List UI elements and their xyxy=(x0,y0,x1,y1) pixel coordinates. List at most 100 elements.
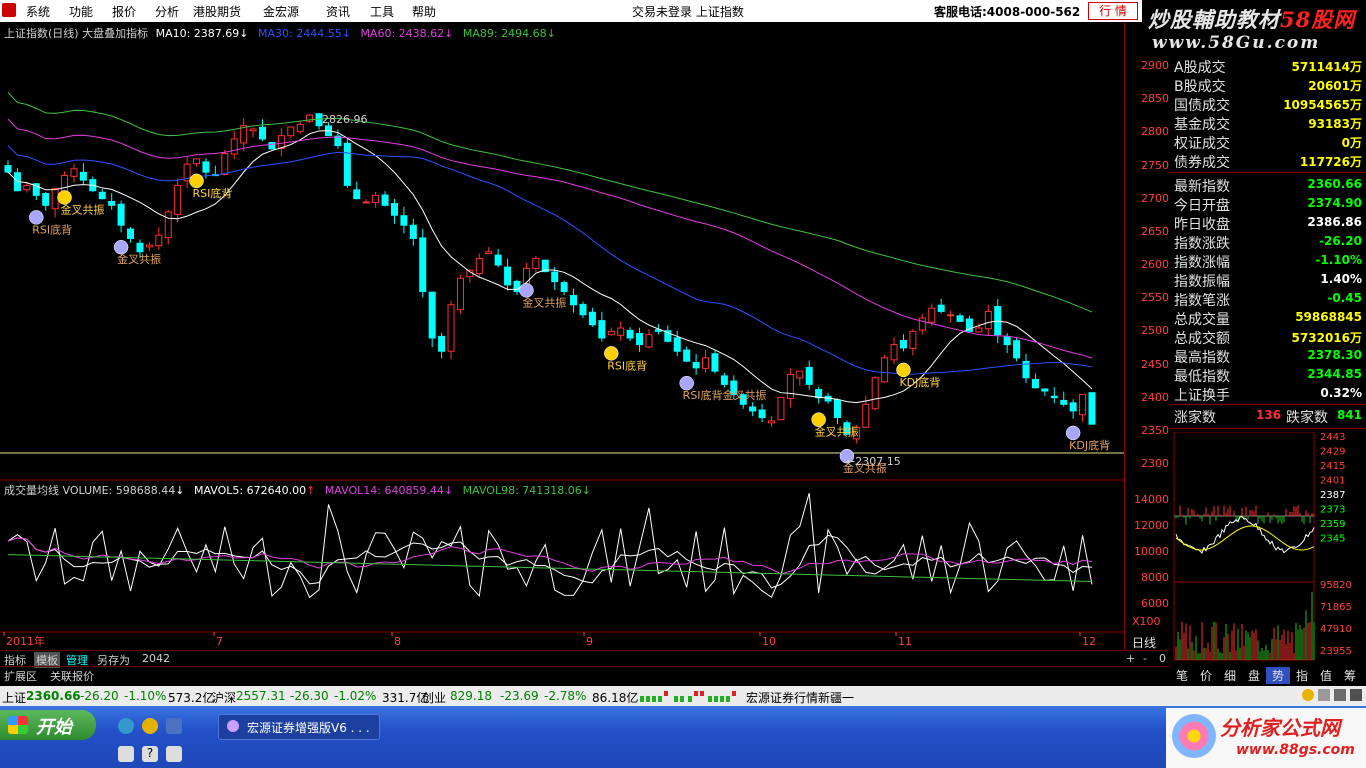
hs-index-label[interactable]: 沪深 xyxy=(212,689,236,706)
candle-body xyxy=(956,315,964,322)
extension-tabs: 扩展区 关联报价 xyxy=(0,666,1170,683)
candle-body xyxy=(202,161,210,173)
tray-icons[interactable] xyxy=(1302,689,1364,703)
detail-tab[interactable]: 细 xyxy=(1218,667,1242,684)
brand-banner: 炒股輔助教材58股网 www.58Gu.com xyxy=(1142,0,1366,58)
app-icon[interactable] xyxy=(2,3,16,17)
detail-tab[interactable]: 筹 xyxy=(1338,667,1362,684)
candle-body xyxy=(1003,336,1011,346)
mini-price-tick: 2359 xyxy=(1320,519,1345,530)
menu-item-tools[interactable]: 工具 xyxy=(370,3,394,20)
menu-item-news[interactable]: 资讯 xyxy=(326,3,350,20)
ma30-line xyxy=(7,145,1093,375)
tab-extension[interactable]: 扩展区 xyxy=(4,668,37,684)
menu-icon[interactable] xyxy=(1350,689,1362,701)
detail-tab[interactable]: 笔 xyxy=(1170,667,1194,684)
ie-icon[interactable] xyxy=(118,718,134,734)
price-tick: 2350 xyxy=(1141,423,1169,437)
candle-body xyxy=(409,224,417,239)
keyboard-tray-icon[interactable] xyxy=(118,746,134,762)
mini-volume-tick: 95820 xyxy=(1320,580,1352,591)
market-volume-row: B股成交 20601万 xyxy=(1170,75,1366,95)
index-info-row: 指数振幅 1.40% xyxy=(1170,270,1366,290)
signal-label: KDJ底背 xyxy=(1069,438,1110,452)
price-tick: 2700 xyxy=(1141,191,1169,205)
candle-body xyxy=(1031,378,1039,389)
candle-body xyxy=(343,142,351,186)
keyboard-icon[interactable] xyxy=(1318,689,1330,701)
period-label[interactable]: 日线 xyxy=(1132,634,1156,651)
market-volume-row: 国债成交 10954565万 xyxy=(1170,94,1366,114)
candle-body xyxy=(438,335,446,352)
detail-tab[interactable]: 盘 xyxy=(1242,667,1266,684)
menu-item-hk-futures[interactable]: 港股期货 xyxy=(193,3,241,20)
candle-body xyxy=(607,330,615,336)
signal-face-icon xyxy=(896,362,911,378)
reset-button[interactable]: 0 xyxy=(1159,652,1166,665)
brand-url: www.58Gu.com xyxy=(1152,33,1321,53)
cy-index-pct: -2.78% xyxy=(544,689,587,703)
zoom-out-button[interactable]: - xyxy=(1143,652,1147,665)
index-info-row: 指数涨跌 -26.20 xyxy=(1170,232,1366,252)
intraday-mini-chart[interactable]: 2443 2429 2415 2401 2387 2373 2359 2345 95820 718… xyxy=(1170,432,1366,664)
kline-chart-area[interactable]: RSI底背 金叉共振 金叉共振 RSI底背 金叉共振 RSI底背 RSI底背金叉共振 金叉共振… xyxy=(0,22,1161,650)
price-tick: 2450 xyxy=(1141,357,1169,371)
candle-body xyxy=(362,201,370,204)
start-button[interactable]: 开始 xyxy=(0,710,96,740)
detail-tab[interactable]: 值 xyxy=(1314,667,1338,684)
candle-body xyxy=(1079,393,1087,416)
menu-item-system[interactable]: 系统 xyxy=(26,3,50,20)
menu-item-jinhongyuan[interactable]: 金宏源 xyxy=(263,3,299,20)
signal-face-icon xyxy=(29,210,44,225)
taskbar: 开始 ? 宏源证券增强版V6 . . . 分析家公式网 www.88gs.com xyxy=(0,706,1366,768)
menu-item-quote[interactable]: 报价 xyxy=(112,3,136,20)
menu-item-function[interactable]: 功能 xyxy=(69,3,93,20)
volume-icon[interactable] xyxy=(166,746,182,762)
window-icon[interactable] xyxy=(1334,689,1346,701)
info-value: 2386.86 xyxy=(1307,215,1362,229)
menu-item-analysis[interactable]: 分析 xyxy=(155,3,179,20)
desktop-icon[interactable] xyxy=(166,718,182,734)
index-info-row: 最低指数 2344.85 xyxy=(1170,365,1366,385)
high-price-mark: 2826.96 xyxy=(322,113,368,126)
price-tick: 2550 xyxy=(1141,291,1169,305)
quote-button[interactable]: 行 情 xyxy=(1088,2,1138,20)
kline-chart[interactable]: RSI底背金叉共振金叉共振RSI底背金叉共振RSI底背RSI底背金叉共振金叉共振… xyxy=(0,22,1124,650)
hs-index-change: -26.30 xyxy=(290,689,329,703)
menu-item-help[interactable]: 帮助 xyxy=(412,3,436,20)
candle-body xyxy=(918,317,926,331)
detail-tab[interactable]: 价 xyxy=(1194,667,1218,684)
news-ticker[interactable]: 宏源证券行情新疆一 xyxy=(746,689,854,706)
cy-index-label[interactable]: 创业 xyxy=(422,689,446,706)
candle-body xyxy=(551,271,559,283)
mini-price-tick: 2415 xyxy=(1320,461,1345,472)
candle-body xyxy=(758,409,766,419)
candle-body xyxy=(390,203,398,216)
detail-tab[interactable]: 势 xyxy=(1266,667,1290,684)
notify-icon[interactable] xyxy=(1302,689,1314,701)
down-count-value: 841 xyxy=(1336,408,1362,422)
zoom-in-button[interactable]: + xyxy=(1126,652,1135,665)
candle-body xyxy=(419,237,427,293)
info-value: 1.40% xyxy=(1320,272,1362,286)
tab-2042[interactable]: 2042 xyxy=(142,652,170,665)
candle-body xyxy=(145,244,153,248)
help-icon[interactable]: ? xyxy=(142,746,158,762)
detail-tab[interactable]: 指 xyxy=(1290,667,1314,684)
candle-body xyxy=(155,234,163,247)
candle-body xyxy=(23,184,31,191)
candle-body xyxy=(98,191,106,200)
tab-related-quotes[interactable]: 关联报价 xyxy=(50,668,94,684)
quicklaunch-icon[interactable] xyxy=(142,718,158,734)
signal-face-icon xyxy=(679,375,694,391)
volume-legend-title: 成交量均线 VOLUME: 598688.44 xyxy=(4,484,176,497)
candle-body xyxy=(61,174,69,194)
info-value: 93183万 xyxy=(1308,117,1362,131)
taskbar-app-item[interactable]: 宏源证券增强版V6 . . . xyxy=(218,714,380,740)
volume-tick: 8000 xyxy=(1141,571,1169,584)
market-volume-row: 债券成交 117726万 xyxy=(1170,151,1366,171)
candles xyxy=(4,112,1096,444)
sh-index-label[interactable]: 上证 xyxy=(2,689,26,706)
candle-body xyxy=(447,304,455,352)
x-axis-label: 11 xyxy=(898,635,912,648)
